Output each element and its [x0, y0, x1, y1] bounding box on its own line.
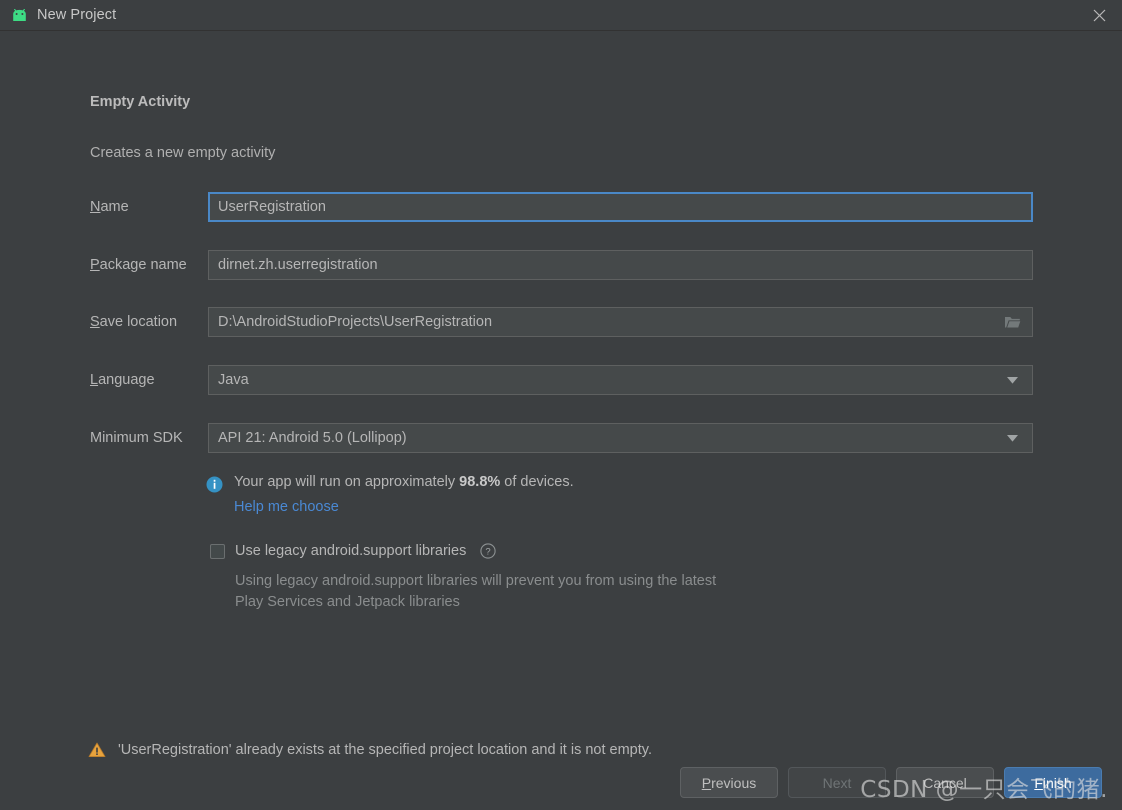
- previous-button-mnemonic: P: [701, 774, 712, 791]
- close-icon[interactable]: [1076, 0, 1122, 31]
- validation-warning: 'UserRegistration' already exists at the…: [88, 741, 652, 759]
- package-name-label: Package name: [90, 257, 187, 273]
- previous-button[interactable]: Previous: [680, 767, 778, 798]
- page-subtitle: Creates a new empty activity: [90, 145, 276, 161]
- window-title: New Project: [37, 7, 117, 23]
- coverage-percent: 98.8%: [459, 474, 501, 490]
- save-location-input-value: D:\AndroidStudioProjects\UserRegistratio…: [218, 314, 493, 330]
- name-input-value: UserRegistration: [218, 199, 326, 215]
- language-label: Language: [90, 372, 155, 388]
- form-row-name: Name UserRegistration: [90, 192, 1033, 222]
- language-select[interactable]: Java: [208, 365, 1033, 395]
- device-coverage-text: Your app will run on approximately 98.8%…: [234, 474, 574, 490]
- chevron-down-icon[interactable]: [1001, 427, 1023, 449]
- minimum-sdk-label: Minimum SDK: [90, 430, 183, 446]
- save-location-label-mnemonic: S: [90, 314, 100, 330]
- android-robot-icon: [9, 5, 29, 25]
- legacy-libraries-block: Use legacy android.support libraries ? U…: [210, 543, 910, 613]
- folder-icon[interactable]: [1001, 311, 1023, 333]
- package-name-input-value: dirnet.zh.userregistration: [218, 257, 378, 273]
- dialog-body: Empty Activity Creates a new empty activ…: [0, 31, 1122, 810]
- device-coverage-line: Your app will run on approximately 98.8%…: [206, 474, 966, 493]
- language-label-mnemonic: L: [90, 372, 99, 388]
- legacy-libraries-checkbox[interactable]: [210, 543, 225, 559]
- title-bar: New Project: [0, 0, 1122, 31]
- form-row-package-name: Package name dirnet.zh.userregistration: [90, 250, 1033, 280]
- save-location-label: Save location: [90, 314, 178, 330]
- info-icon: [206, 476, 223, 493]
- legacy-libraries-description: Using legacy android.support libraries w…: [235, 573, 717, 610]
- cancel-button[interactable]: Cancel: [896, 767, 994, 798]
- name-label-mnemonic: N: [90, 199, 101, 215]
- svg-text:?: ?: [486, 547, 491, 558]
- finish-button-mnemonic: F: [1034, 774, 1043, 791]
- name-input[interactable]: UserRegistration: [208, 192, 1033, 222]
- dialog-button-bar: Previous Next Cancel Finish: [680, 767, 1102, 798]
- language-select-value: Java: [218, 372, 249, 388]
- chevron-down-icon[interactable]: [1001, 369, 1023, 391]
- minimum-sdk-select[interactable]: API 21: Android 5.0 (Lollipop): [208, 423, 1033, 453]
- page-title: Empty Activity: [90, 94, 191, 110]
- minimum-sdk-select-value: API 21: Android 5.0 (Lollipop): [218, 430, 407, 446]
- save-location-input[interactable]: D:\AndroidStudioProjects\UserRegistratio…: [208, 307, 1033, 337]
- help-me-choose-link[interactable]: Help me choose: [234, 499, 339, 515]
- form-row-save-location: Save location D:\AndroidStudioProjects\U…: [90, 307, 1033, 337]
- name-label: Name: [90, 199, 129, 215]
- package-name-label-mnemonic: P: [90, 257, 100, 273]
- legacy-libraries-row: Use legacy android.support libraries ?: [210, 543, 910, 559]
- finish-button[interactable]: Finish: [1004, 767, 1102, 798]
- package-name-input[interactable]: dirnet.zh.userregistration: [208, 250, 1033, 280]
- validation-warning-text: 'UserRegistration' already exists at the…: [118, 742, 652, 758]
- legacy-libraries-label[interactable]: Use legacy android.support libraries: [235, 543, 466, 559]
- form-row-language: Language Java: [90, 365, 1033, 395]
- form-row-minimum-sdk: Minimum SDK API 21: Android 5.0 (Lollipo…: [90, 423, 1033, 453]
- next-button: Next: [788, 767, 886, 798]
- coverage-text-after: of devices.: [500, 474, 574, 490]
- warning-triangle-icon: [88, 741, 106, 759]
- question-mark-icon[interactable]: ?: [480, 543, 496, 559]
- coverage-text-before: Your app will run on approximately: [234, 474, 460, 490]
- device-coverage-info: Your app will run on approximately 98.8%…: [206, 474, 966, 516]
